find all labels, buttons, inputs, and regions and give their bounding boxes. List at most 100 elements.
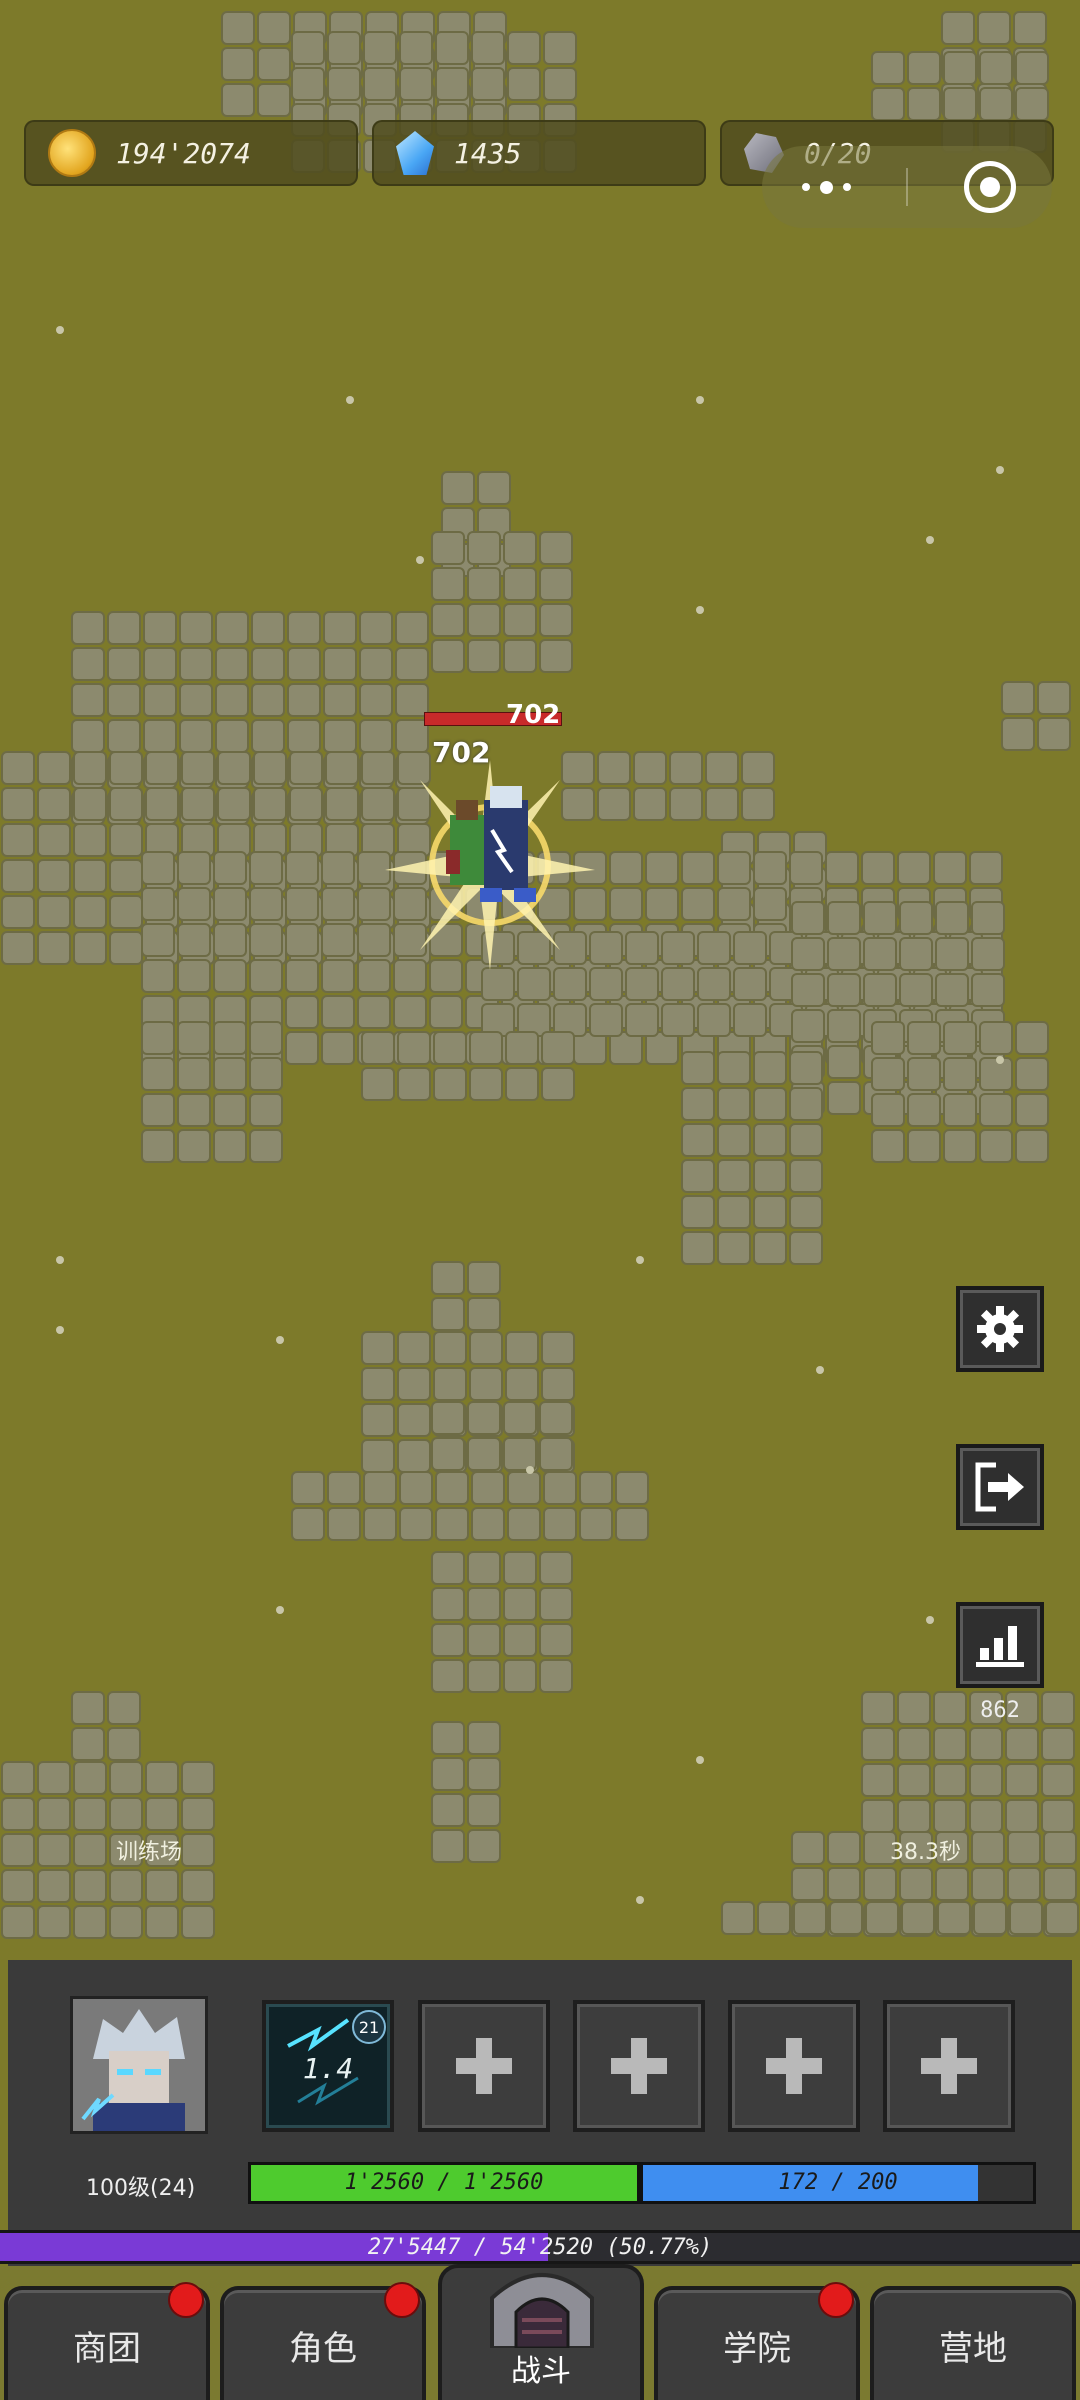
floor-tile xyxy=(633,787,667,821)
floor-tile xyxy=(289,787,323,821)
floor-tile xyxy=(249,1093,283,1127)
floor-tile xyxy=(359,683,393,717)
bar-chart-icon xyxy=(976,1626,1024,1667)
floor-tile xyxy=(141,851,175,885)
floor-tile xyxy=(71,647,105,681)
floor-tile xyxy=(431,567,465,601)
floor-tile xyxy=(789,851,823,885)
empty-skill-slot[interactable] xyxy=(728,2000,860,2132)
floor-tile xyxy=(469,1331,503,1365)
floor-tile xyxy=(323,683,357,717)
floor-tile xyxy=(1037,717,1071,751)
floor-tile xyxy=(361,1067,395,1101)
floor-tile xyxy=(467,1551,501,1585)
floor-tile xyxy=(323,611,357,645)
floor-tile xyxy=(871,87,905,121)
floor-tile xyxy=(753,1159,787,1193)
floor-tile xyxy=(393,995,427,1029)
floor-tile xyxy=(969,1727,1003,1761)
floor-tile xyxy=(899,973,933,1007)
floor-tile xyxy=(467,1623,501,1657)
floor-tile xyxy=(791,1009,825,1043)
floor-tile xyxy=(213,1021,247,1055)
floor-tile xyxy=(697,967,731,1001)
floor-tile xyxy=(541,1067,575,1101)
tab-academy[interactable]: 学院 xyxy=(654,2282,860,2400)
floor-tile xyxy=(1,859,35,893)
floor-tile xyxy=(177,851,211,885)
floor-tile xyxy=(871,1093,905,1127)
floor-tile xyxy=(141,1057,175,1091)
tab-battle[interactable]: 战斗 xyxy=(438,2264,644,2400)
floor-tile xyxy=(477,471,511,505)
floor-tile xyxy=(213,1093,247,1127)
floor-tile xyxy=(1007,1831,1041,1865)
floor-tile xyxy=(73,931,107,965)
floor-tile xyxy=(363,1471,397,1505)
stats-button[interactable] xyxy=(956,1602,1044,1688)
floor-tile xyxy=(971,901,1005,935)
floor-tile xyxy=(741,751,775,785)
skill-slot-1[interactable]: 21 1.4 xyxy=(262,2000,394,2132)
floor-tile xyxy=(827,937,861,971)
floor-tile xyxy=(539,1437,573,1471)
floor-tile xyxy=(291,1507,325,1541)
exit-battle-button[interactable] xyxy=(956,1444,1044,1530)
floor-tile xyxy=(109,931,143,965)
floor-tile xyxy=(37,1761,71,1795)
empty-skill-slot[interactable] xyxy=(883,2000,1015,2132)
floor-tile xyxy=(717,887,751,921)
floor-tile xyxy=(827,1009,861,1043)
floor-tile xyxy=(609,887,643,921)
floor-tile xyxy=(177,1021,211,1055)
floor-tile xyxy=(1007,1867,1041,1901)
settings-button[interactable] xyxy=(956,1286,1044,1372)
floor-tile xyxy=(177,887,211,921)
floor-tile xyxy=(471,31,505,65)
hero-portrait[interactable] xyxy=(70,1996,208,2134)
battlefield-map xyxy=(1,11,1079,1939)
tab-character[interactable]: 角色 xyxy=(220,2282,426,2400)
floor-tile xyxy=(717,1087,751,1121)
floor-tile xyxy=(753,1087,787,1121)
floor-tile xyxy=(681,1231,715,1265)
more-menu-button[interactable] xyxy=(802,180,851,194)
floor-tile xyxy=(179,719,213,753)
floor-tile xyxy=(579,1507,613,1541)
floor-tile xyxy=(933,1799,967,1833)
empty-skill-slot[interactable] xyxy=(418,2000,550,2132)
floor-tile xyxy=(213,1129,247,1163)
grass-speck xyxy=(816,1366,824,1374)
floor-tile xyxy=(933,1763,967,1797)
floor-tile xyxy=(321,959,355,993)
close-target-button[interactable] xyxy=(964,161,1016,213)
floor-tile xyxy=(179,683,213,717)
floor-tile xyxy=(145,787,179,821)
floor-tile xyxy=(467,1261,501,1295)
floor-tile xyxy=(971,937,1005,971)
floor-tile xyxy=(145,1797,179,1831)
tab-camp[interactable]: 营地 xyxy=(870,2286,1076,2400)
floor-tile xyxy=(681,1051,715,1085)
floor-tile xyxy=(467,1829,501,1863)
floor-tile xyxy=(141,923,175,957)
floor-tile xyxy=(539,1587,573,1621)
floor-tile xyxy=(871,1057,905,1091)
battle-timer: 38.3秒 xyxy=(890,1840,961,1865)
floor-tile xyxy=(941,11,975,45)
floor-tile xyxy=(71,1727,105,1761)
floor-tile xyxy=(539,1659,573,1693)
floor-tile xyxy=(539,603,573,637)
floor-tile xyxy=(969,1799,1003,1833)
floor-tile xyxy=(661,967,695,1001)
floor-tile xyxy=(257,47,291,81)
floor-tile xyxy=(181,751,215,785)
floor-tile xyxy=(791,1831,825,1865)
empty-skill-slot[interactable] xyxy=(573,2000,705,2132)
floor-tile xyxy=(433,1067,467,1101)
hp-bar: 1'2560 / 1'2560 xyxy=(248,2162,640,2204)
floor-tile xyxy=(1005,1727,1039,1761)
hp-text: 1'2560 / 1'2560 xyxy=(344,2170,544,2195)
tab-shop[interactable]: 商团 xyxy=(4,2282,210,2400)
floor-tile xyxy=(907,51,941,85)
